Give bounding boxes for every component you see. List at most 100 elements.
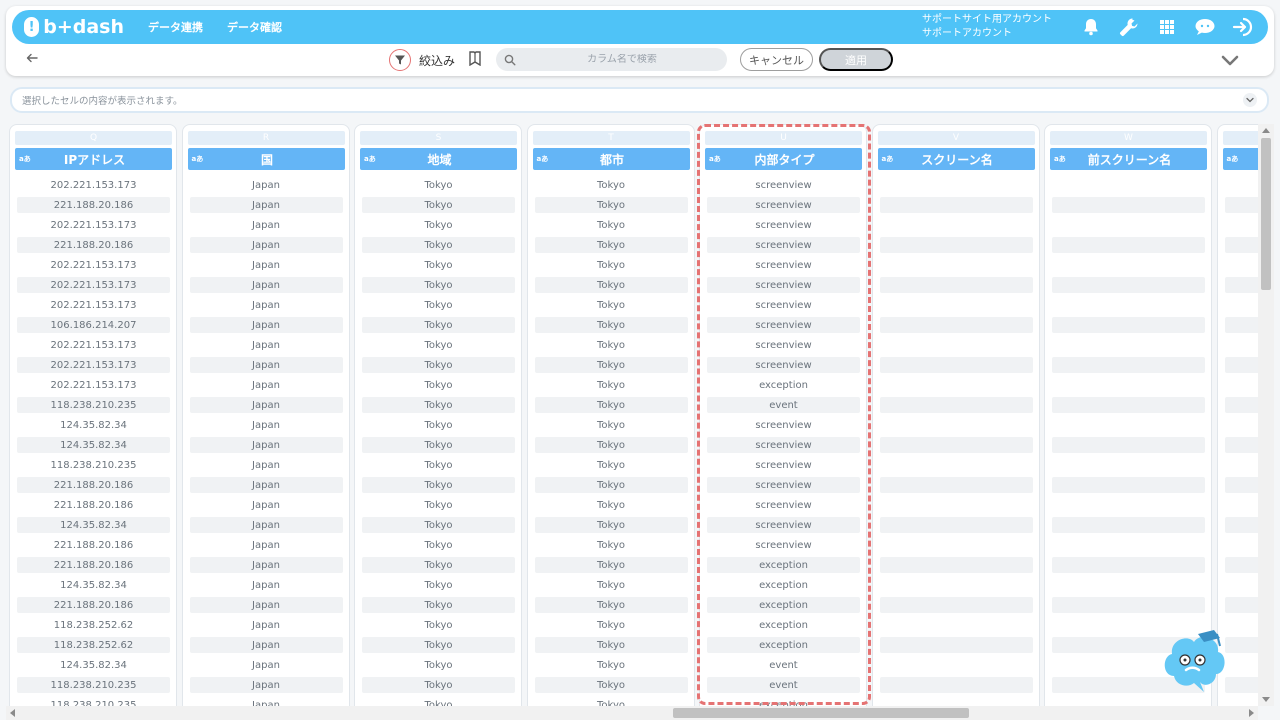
table-cell[interactable]: [880, 175, 1033, 195]
table-cell[interactable]: Tokyo: [362, 495, 515, 515]
table-cell[interactable]: Japan: [190, 415, 343, 435]
column-header[interactable]: aあ 地域: [360, 148, 517, 170]
table-cell[interactable]: Japan: [189, 675, 343, 695]
table-cell[interactable]: Tokyo: [362, 335, 515, 355]
table-cell[interactable]: 202.221.153.173: [17, 375, 170, 395]
bookmark-icon[interactable]: [469, 51, 483, 67]
table-cell[interactable]: 221.188.20.186: [17, 595, 170, 615]
table-cell[interactable]: [1052, 335, 1205, 355]
table-cell[interactable]: Tokyo: [362, 675, 515, 695]
table-cell[interactable]: Tokyo: [534, 515, 688, 535]
scroll-down-arrow-icon[interactable]: [1262, 697, 1270, 702]
table-cell[interactable]: 124.35.82.34: [17, 575, 170, 595]
table-cell[interactable]: 221.188.20.186: [17, 555, 170, 575]
table-cell[interactable]: Tokyo: [535, 495, 688, 515]
table-cell[interactable]: 118.238.210.235: [17, 675, 170, 695]
table-cell[interactable]: Tokyo: [362, 635, 515, 655]
table-cell[interactable]: Tokyo: [362, 355, 515, 375]
table-cell[interactable]: Tokyo: [535, 455, 688, 475]
table-cell[interactable]: 124.35.82.34: [17, 655, 170, 675]
table-cell[interactable]: 221.188.20.186: [17, 495, 170, 515]
grid-column[interactable]: Uaあ 内部タイプ screenview screenview screenview sc…: [699, 124, 867, 706]
grid-column[interactable]: Taあ 都市 Tokyo Tokyo Tokyo Tokyo Tokyo Tokyo Tokyo…: [526, 124, 695, 706]
table-cell[interactable]: Japan: [190, 615, 343, 635]
table-cell[interactable]: [1052, 215, 1205, 235]
table-cell[interactable]: [1052, 295, 1205, 315]
table-cell[interactable]: [1052, 555, 1205, 575]
table-cell[interactable]: [1224, 195, 1258, 215]
grid-column[interactable]: Qaあ IPアドレス 202.221.153.173 221.188.20.186 20…: [9, 124, 177, 706]
table-cell[interactable]: Japan: [190, 535, 343, 555]
table-cell[interactable]: screenview: [707, 415, 860, 435]
table-cell[interactable]: Tokyo: [534, 395, 688, 415]
table-cell[interactable]: [1052, 375, 1205, 395]
grid-column[interactable]: Xaあ: [1216, 124, 1259, 706]
table-cell[interactable]: Tokyo: [362, 195, 515, 215]
column-header[interactable]: aあ 内部タイプ: [705, 148, 862, 170]
table-cell[interactable]: 221.188.20.186: [17, 535, 170, 555]
table-cell[interactable]: [1052, 255, 1205, 275]
table-cell[interactable]: Tokyo: [362, 615, 515, 635]
table-cell[interactable]: [1225, 295, 1259, 315]
table-cell[interactable]: [1224, 515, 1258, 535]
table-cell[interactable]: [1224, 315, 1258, 335]
table-cell[interactable]: [1224, 475, 1258, 495]
table-cell[interactable]: [879, 315, 1033, 335]
vertical-scrollbar[interactable]: [1258, 124, 1274, 706]
column-search-box[interactable]: [496, 48, 727, 71]
table-cell[interactable]: [880, 295, 1033, 315]
table-cell[interactable]: [880, 655, 1033, 675]
table-cell[interactable]: Japan: [189, 395, 343, 415]
table-cell[interactable]: [1224, 635, 1258, 655]
apply-button[interactable]: 適用: [819, 48, 893, 71]
table-cell[interactable]: Tokyo: [534, 275, 688, 295]
table-cell[interactable]: screenview: [707, 475, 860, 495]
table-cell[interactable]: Japan: [189, 475, 343, 495]
grid-column[interactable]: Saあ 地域 Tokyo Tokyo Tokyo Tokyo Tokyo Tokyo Tokyo…: [354, 124, 522, 706]
table-cell[interactable]: screenview: [707, 335, 860, 355]
table-cell[interactable]: [1052, 355, 1205, 375]
table-cell[interactable]: [1225, 415, 1259, 435]
table-cell[interactable]: 118.238.210.235: [17, 695, 170, 707]
horizontal-scrollbar[interactable]: [6, 706, 1258, 720]
table-cell[interactable]: [1052, 395, 1205, 415]
table-cell[interactable]: Tokyo: [362, 215, 515, 235]
table-cell[interactable]: exception: [707, 575, 860, 595]
wrench-icon[interactable]: [1110, 12, 1148, 42]
table-cell[interactable]: screenview: [707, 195, 860, 215]
table-cell[interactable]: [880, 495, 1033, 515]
table-cell[interactable]: [1052, 695, 1205, 706]
table-cell[interactable]: 221.188.20.186: [17, 195, 170, 215]
table-cell[interactable]: [880, 535, 1033, 555]
cancel-button[interactable]: キャンセル: [740, 48, 813, 71]
table-cell[interactable]: Tokyo: [362, 375, 515, 395]
table-cell[interactable]: Tokyo: [535, 655, 688, 675]
logout-icon[interactable]: [1224, 12, 1262, 42]
table-cell[interactable]: [1225, 375, 1259, 395]
table-cell[interactable]: Tokyo: [534, 355, 688, 375]
table-cell[interactable]: [1052, 535, 1205, 555]
table-cell[interactable]: Tokyo: [535, 295, 688, 315]
table-cell[interactable]: Tokyo: [534, 595, 688, 615]
table-cell[interactable]: event: [707, 395, 860, 415]
table-cell[interactable]: [1225, 495, 1259, 515]
table-cell[interactable]: [1052, 195, 1205, 215]
table-cell[interactable]: Japan: [189, 515, 343, 535]
table-cell[interactable]: [1225, 255, 1259, 275]
table-cell[interactable]: screenview: [707, 295, 860, 315]
table-cell[interactable]: Japan: [189, 355, 343, 375]
filter-icon[interactable]: [389, 49, 411, 71]
table-cell[interactable]: event: [707, 655, 860, 675]
table-cell[interactable]: [880, 455, 1033, 475]
table-cell[interactable]: Japan: [189, 275, 343, 295]
table-cell[interactable]: [880, 255, 1033, 275]
table-cell[interactable]: Japan: [190, 335, 343, 355]
table-cell[interactable]: Japan: [189, 635, 343, 655]
table-cell[interactable]: [879, 435, 1033, 455]
table-cell[interactable]: Japan: [190, 255, 343, 275]
table-cell[interactable]: 221.188.20.186: [17, 475, 170, 495]
table-cell[interactable]: Japan: [189, 555, 343, 575]
table-cell[interactable]: [880, 215, 1033, 235]
table-cell[interactable]: Japan: [190, 695, 343, 707]
table-cell[interactable]: [1225, 335, 1259, 355]
